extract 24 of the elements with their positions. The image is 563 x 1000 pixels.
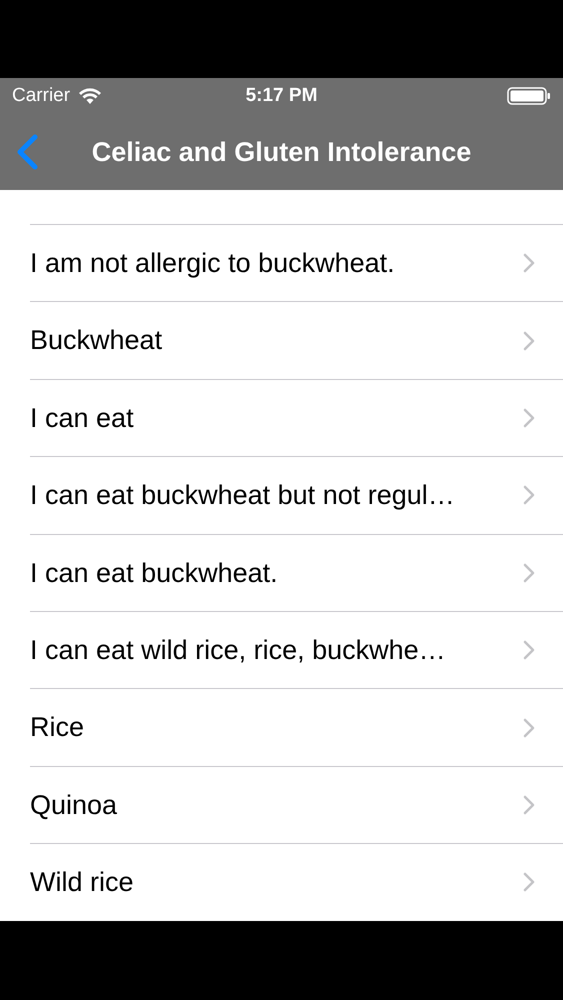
row-label[interactable]: I can eat wild rice, rice, buckwhe…	[30, 630, 523, 670]
row-label[interactable]: I am not allergic to buckwheat.	[30, 242, 523, 284]
chevron-icon	[523, 253, 535, 274]
chevron-icon	[523, 640, 535, 660]
chevron-icon	[523, 330, 535, 351]
row-label[interactable]: I can eat	[30, 398, 523, 438]
time-label: 5:17 PM	[246, 84, 318, 108]
wifi-icon	[78, 87, 102, 105]
chevron-icon	[523, 794, 535, 815]
row-label[interactable]: I can eat buckwheat but not regul…	[30, 475, 523, 516]
chevron-icon	[523, 872, 535, 892]
row-label[interactable]: Wild rice	[30, 862, 523, 903]
row-label[interactable]: Rice	[30, 707, 523, 748]
row-label[interactable]: Quinoa	[30, 784, 523, 826]
screen-title: Celiac and Gluten Intolerance	[92, 136, 472, 169]
carrier-label: Carrier	[12, 84, 70, 108]
battery-icon	[507, 87, 551, 105]
chevron-icon	[523, 408, 535, 428]
chevron-icon	[523, 718, 535, 738]
row-label[interactable]: Buckwheat	[30, 320, 523, 361]
back-icon[interactable]	[16, 134, 38, 170]
chevron-icon	[523, 485, 535, 506]
row-label[interactable]: I can eat buckwheat.	[30, 552, 523, 593]
chevron-icon	[523, 562, 535, 583]
